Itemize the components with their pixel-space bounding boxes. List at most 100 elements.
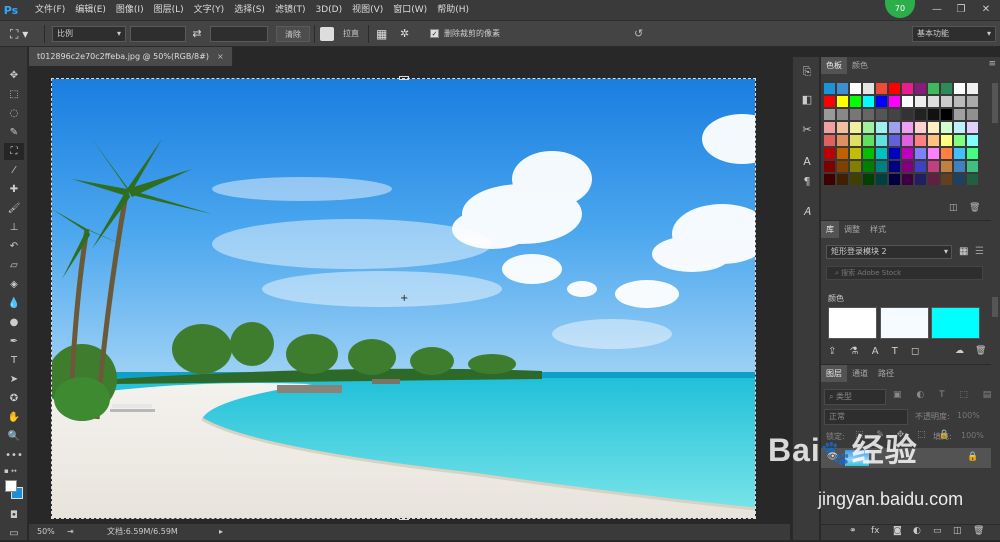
menu-item[interactable]: 滤镜(T) [270,0,311,20]
color-swatch[interactable] [863,109,874,120]
history-icon[interactable]: ⎘ [798,63,816,81]
straighten-label[interactable]: 拉直 [340,26,362,42]
color-swatch[interactable] [863,122,874,133]
color-swatch[interactable] [850,109,861,120]
color-swatch[interactable] [954,148,965,159]
color-swatch[interactable] [915,161,926,172]
minimize-button[interactable]: — [926,0,948,20]
clone-stamp-tool-icon[interactable]: ⊥ [4,219,24,236]
swap-icon[interactable]: ⇄ [190,27,204,41]
color-swatch[interactable] [850,135,861,146]
color-swatch[interactable] [889,122,900,133]
color-swatch[interactable] [928,174,939,185]
group-icon[interactable]: ▭ [933,526,942,536]
color-swatch[interactable] [824,96,835,107]
undo-icon[interactable]: ↺ [634,26,648,42]
color-swatch[interactable] [837,109,848,120]
tab-adjustments[interactable]: 调整 [839,221,865,238]
color-swatch[interactable] [876,96,887,107]
straighten-icon[interactable] [320,27,334,41]
menu-item[interactable]: 文字(Y) [189,0,230,20]
color-swatch[interactable] [954,174,965,185]
color-swatch[interactable] [915,148,926,159]
color-swatch[interactable] [837,122,848,133]
color-swatch[interactable] [837,83,848,94]
fx-icon[interactable]: fx [871,526,880,536]
color-swatch[interactable] [837,96,848,107]
color-swatch[interactable] [928,135,939,146]
color-swatch[interactable] [902,135,913,146]
color-swatch[interactable] [915,96,926,107]
color-swatch[interactable] [954,135,965,146]
gear-icon[interactable]: ✲ [400,26,414,42]
close-tab-icon[interactable]: × [217,52,224,61]
color-swatch[interactable] [837,161,848,172]
swatches-scrollbar[interactable] [992,83,998,123]
color-swatch[interactable] [941,83,952,94]
color-swatch[interactable] [967,161,978,172]
color-swatch[interactable] [889,135,900,146]
tab-channels[interactable]: 通道 [847,365,873,382]
type-tool-icon[interactable]: T [4,352,24,369]
menu-item[interactable]: 选择(S) [229,0,270,20]
color-swatch[interactable] [824,174,835,185]
color-swatch[interactable] [915,122,926,133]
color-swatch[interactable] [824,148,835,159]
blend-mode-select[interactable]: 正常 [824,409,908,425]
restore-button[interactable]: ❐ [950,0,972,20]
color-swatch[interactable] [863,96,874,107]
delete-cropped-checkbox[interactable]: ✓ [430,29,439,38]
menu-item[interactable]: 3D(D) [310,0,347,20]
menu-item[interactable]: 图像(I) [111,0,149,20]
paragraph-icon[interactable]: ¶ [798,173,816,191]
color-swatch[interactable] [863,161,874,172]
library-color-2[interactable] [880,307,929,339]
eraser-tool-icon[interactable]: ▱ [4,257,24,274]
blur-tool-icon[interactable]: 💧 [4,295,24,312]
color-swatch[interactable] [889,83,900,94]
color-swatch[interactable] [967,122,978,133]
status-menu-icon[interactable]: ▸ [219,524,223,540]
color-swatch[interactable] [941,135,952,146]
color-swatch[interactable] [941,122,952,133]
color-swatch[interactable] [824,161,835,172]
properties-icon[interactable]: ◧ [798,91,816,109]
color-swatch[interactable] [876,109,887,120]
color-swatch[interactable] [876,122,887,133]
color-swatch[interactable] [876,135,887,146]
color-swatch[interactable] [928,83,939,94]
layer-kind-filter[interactable]: ⌕ 类型 [824,389,886,405]
color-swatch[interactable] [954,83,965,94]
ratio-select[interactable]: 比例 ▾ [52,26,126,42]
color-swatch[interactable] [967,83,978,94]
new-swatch-icon[interactable]: ◫ [949,203,958,213]
delete-layer-icon[interactable]: 🗑 [973,526,984,536]
color-swatch[interactable] [902,174,913,185]
crop-handle-top[interactable] [399,76,409,80]
library-color-1[interactable] [828,307,877,339]
color-swatch[interactable] [915,109,926,120]
color-swatch[interactable] [850,148,861,159]
delete-library-icon[interactable]: 🗑 [975,346,986,356]
color-swatch[interactable] [928,161,939,172]
color-swatch[interactable] [889,109,900,120]
color-swatch[interactable] [824,135,835,146]
color-swatch[interactable] [850,96,861,107]
hand-tool-icon[interactable]: ✋ [4,409,24,426]
color-swatch[interactable] [889,148,900,159]
brush-tool-icon[interactable]: 🖌 [4,200,24,217]
glyphs-icon[interactable]: 𝐴 [798,203,816,221]
menu-item[interactable]: 窗口(W) [388,0,432,20]
path-select-tool-icon[interactable]: ➤ [4,371,24,388]
character-icon[interactable]: A [798,153,816,171]
color-swatch[interactable] [863,174,874,185]
color-swatch[interactable] [928,96,939,107]
color-swatch[interactable] [824,83,835,94]
delete-swatch-icon[interactable]: 🗑 [969,203,980,213]
tab-styles[interactable]: 样式 [865,221,891,238]
color-swatch[interactable] [863,148,874,159]
clear-button[interactable]: 清除 [276,26,310,42]
color-swatch[interactable] [915,83,926,94]
tab-paths[interactable]: 路径 [873,365,899,382]
menu-item[interactable]: 帮助(H) [432,0,474,20]
